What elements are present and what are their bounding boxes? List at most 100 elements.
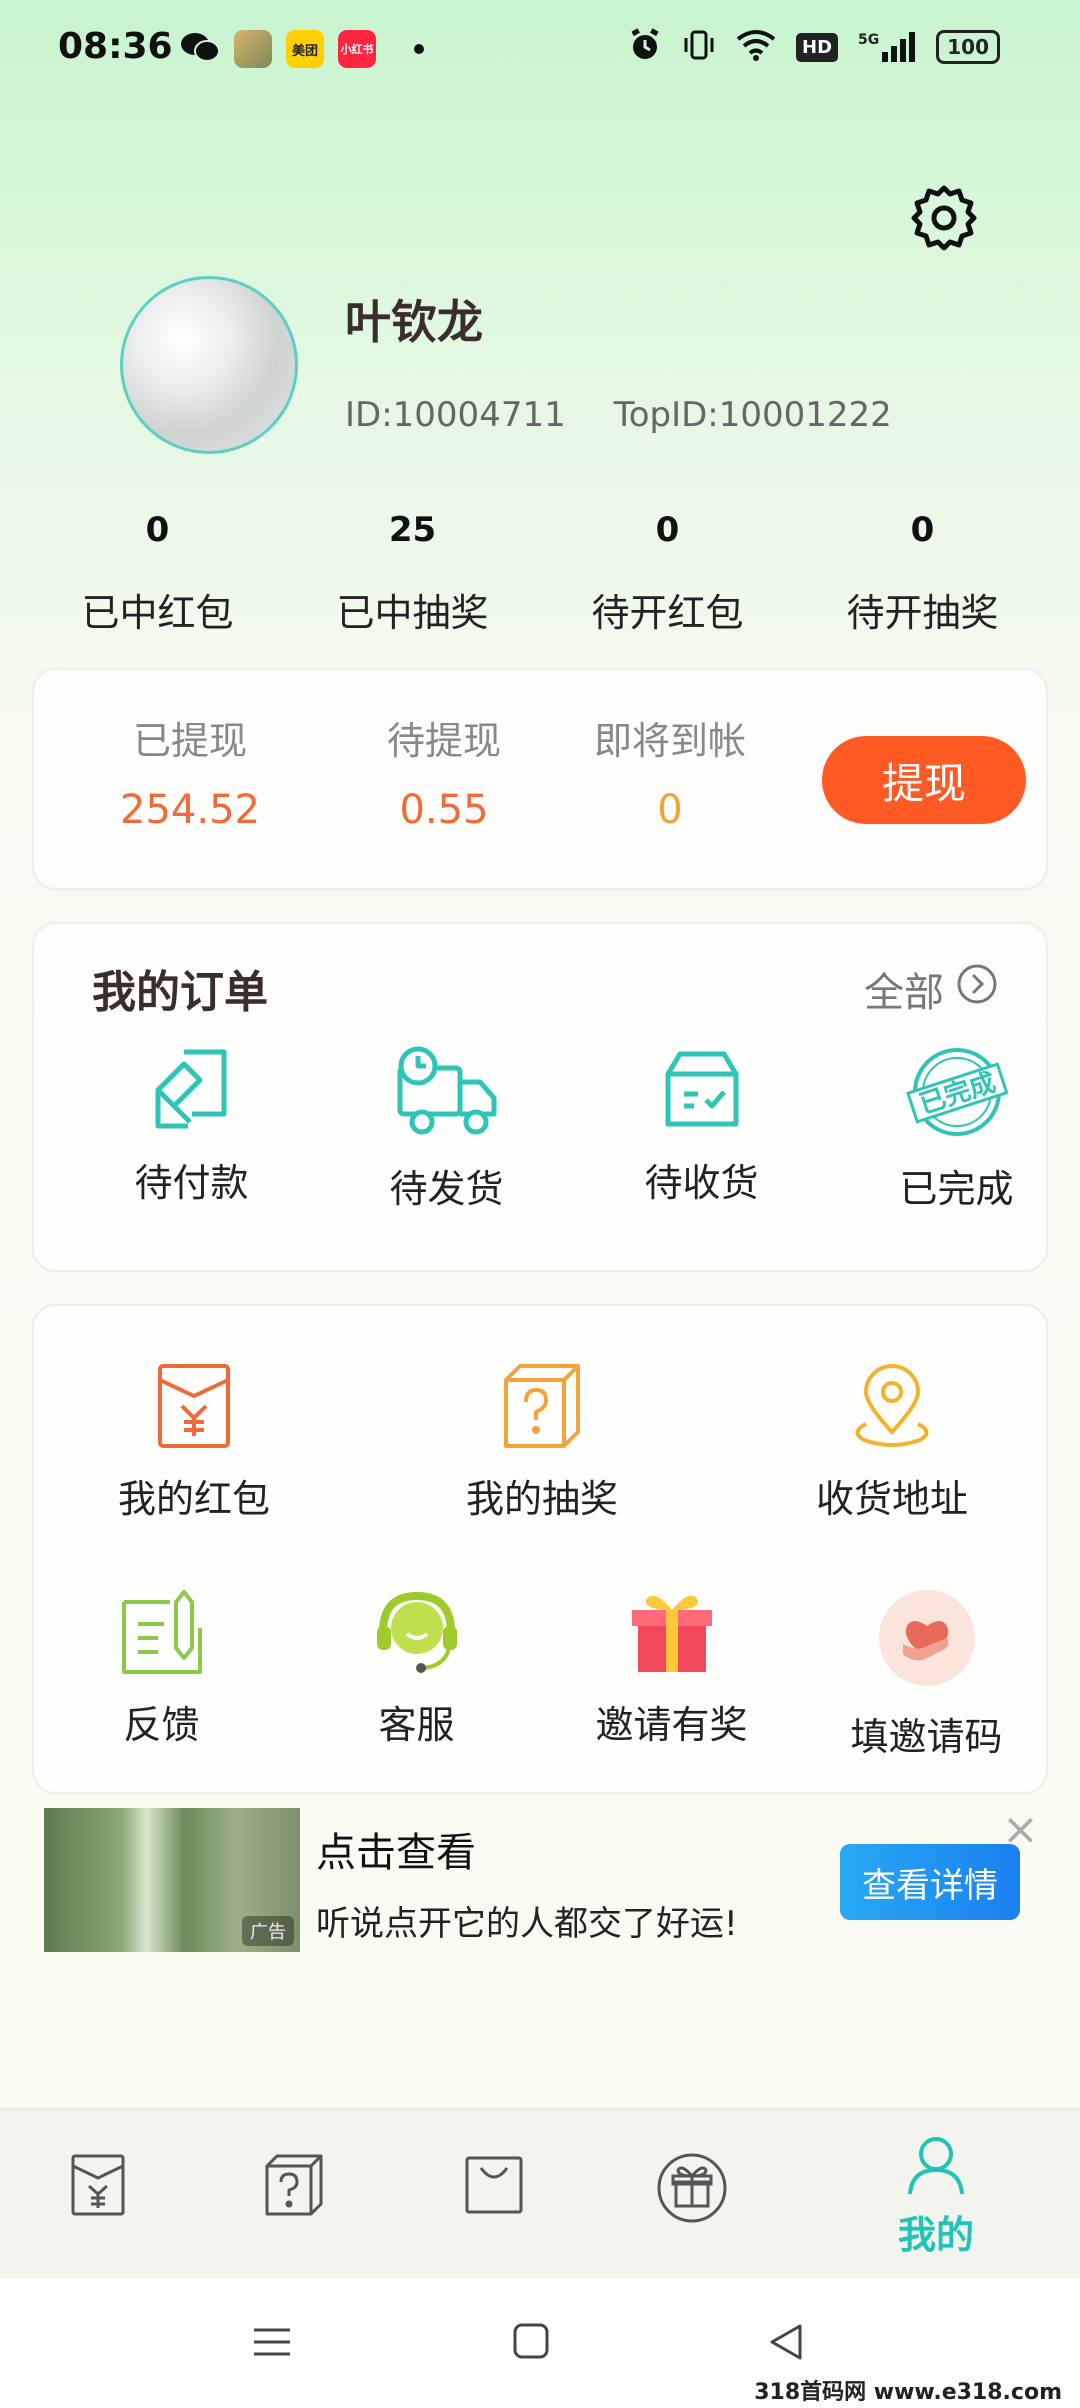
tool-label: 填邀请码 xyxy=(850,1715,1003,1759)
meituan-icon: 美团 xyxy=(286,30,324,68)
stat-won-red-packets[interactable]: 0 已中红包 xyxy=(30,510,285,637)
order-pending-payment[interactable]: 待付款 xyxy=(64,1044,319,1207)
ad-subtitle: 听说点开它的人都交了好运! xyxy=(316,1904,738,1944)
orders-all-link[interactable]: 全部 xyxy=(864,960,998,1018)
wifi-icon xyxy=(736,29,776,65)
order-label: 待收货 xyxy=(644,1161,759,1205)
tab-mine[interactable]: 我的 xyxy=(876,2132,996,2259)
alarm-icon xyxy=(628,28,662,66)
ad-details-button[interactable]: 查看详情 xyxy=(840,1844,1020,1920)
watermark-text: 318首码网 www.e318.com xyxy=(754,2380,1062,2405)
shopping-bag-icon xyxy=(461,2156,527,2222)
tab-red-packets[interactable] xyxy=(38,2152,158,2222)
menu-icon[interactable] xyxy=(252,2322,292,2366)
wechat-icon xyxy=(180,30,220,68)
withdrawn-block: 已提现 254.52 xyxy=(90,710,290,833)
withdrawn-label: 已提现 xyxy=(132,719,247,763)
stat-label: 已中红包 xyxy=(81,591,234,635)
withdraw-button[interactable]: 提现 xyxy=(822,736,1026,824)
battery-indicator: 100 xyxy=(936,30,1000,64)
wallet-card: 已提现 254.52 待提现 0.55 即将到帐 0 提现 xyxy=(32,668,1048,890)
settings-gear-icon[interactable] xyxy=(908,182,980,254)
signal-icon: 5G xyxy=(858,32,916,62)
order-label: 待发货 xyxy=(389,1167,504,1211)
tool-label: 我的抽奖 xyxy=(465,1477,618,1521)
completed-stamp-icon: 已完成 xyxy=(829,1044,1080,1140)
tool-customer-service[interactable]: 客服 xyxy=(289,1588,544,1749)
stat-value: 0 xyxy=(655,510,680,550)
vibrate-icon xyxy=(682,28,716,66)
ad-banner[interactable]: 广告 点击查看 听说点开它的人都交了好运! 查看详情 × xyxy=(44,1804,1044,1958)
ad-image[interactable]: 广告 xyxy=(44,1808,300,1952)
tool-label: 邀请有奖 xyxy=(595,1703,748,1747)
order-label: 待付款 xyxy=(134,1161,249,1205)
stat-value: 0 xyxy=(910,510,935,550)
stats-row: 0 已中红包 25 已中抽奖 0 待开红包 0 待开抽奖 xyxy=(30,510,1050,637)
user-id: ID:10004711 xyxy=(345,395,566,435)
gift-icon xyxy=(544,1588,799,1676)
stat-pending-red-packets[interactable]: 0 待开红包 xyxy=(540,510,795,637)
tab-shop[interactable] xyxy=(434,2152,554,2222)
customer-service-icon xyxy=(289,1588,544,1676)
user-ids: ID:10004711 TopID:10001222 xyxy=(345,395,892,435)
location-pin-icon xyxy=(772,1362,1012,1450)
chevron-right-circle-icon xyxy=(956,963,998,1015)
orders-card: 我的订单 全部 待付款 待发货 待收货 已完成 已完成 xyxy=(32,922,1048,1272)
tool-feedback[interactable]: 反馈 xyxy=(34,1588,289,1749)
tool-label: 反馈 xyxy=(123,1703,200,1747)
close-icon[interactable]: × xyxy=(1002,1804,1039,1855)
pending-value: 0.55 xyxy=(399,787,489,833)
stat-value: 25 xyxy=(388,510,437,550)
notification-dot-icon xyxy=(414,44,424,54)
ad-title: 点击查看 xyxy=(316,1830,476,1876)
truck-icon xyxy=(319,1044,574,1140)
tool-my-lottery[interactable]: 我的抽奖 xyxy=(422,1362,662,1523)
pending-label: 待提现 xyxy=(386,719,501,763)
tool-invite-reward[interactable]: 邀请有奖 xyxy=(544,1588,799,1749)
order-pending-shipment[interactable]: 待发货 xyxy=(319,1044,574,1213)
stat-label: 已中抽奖 xyxy=(336,591,489,635)
order-label: 已完成 xyxy=(899,1167,1014,1211)
red-envelope-tab-icon xyxy=(69,2154,127,2222)
payment-icon xyxy=(64,1044,319,1134)
tool-label: 客服 xyxy=(378,1703,455,1747)
status-bar: 08:36 美团 小红书 HD 5G 100 xyxy=(0,0,1080,100)
top-id: TopID:10001222 xyxy=(613,395,892,435)
back-icon[interactable] xyxy=(766,2322,806,2366)
hd-badge: HD xyxy=(796,32,839,62)
stat-won-lottery[interactable]: 25 已中抽奖 xyxy=(285,510,540,637)
orders-all-label: 全部 xyxy=(864,970,944,1016)
home-icon[interactable] xyxy=(512,2322,550,2364)
game-app-icon xyxy=(234,30,272,68)
orders-title: 我的订单 xyxy=(92,967,268,1018)
box-icon xyxy=(574,1044,829,1134)
stat-value: 0 xyxy=(145,510,170,550)
tool-shipping-address[interactable]: 收货地址 xyxy=(772,1362,1012,1523)
order-pending-receipt[interactable]: 待收货 xyxy=(574,1044,829,1207)
stat-pending-lottery[interactable]: 0 待开抽奖 xyxy=(795,510,1050,637)
status-right: HD 5G 100 xyxy=(628,28,1000,66)
mystery-box-tab-icon xyxy=(261,2154,327,2222)
red-envelope-icon xyxy=(74,1362,314,1450)
tool-enter-invite-code[interactable]: 填邀请码 xyxy=(799,1588,1054,1761)
status-time: 08:36 xyxy=(58,26,173,67)
arriving-label: 即将到帐 xyxy=(593,719,746,763)
tool-label: 收货地址 xyxy=(815,1477,968,1521)
ad-badge: 广告 xyxy=(242,1916,294,1946)
avatar[interactable] xyxy=(120,276,298,454)
heart-hand-icon xyxy=(799,1588,1054,1688)
withdrawn-value: 254.52 xyxy=(120,787,260,833)
gift-tab-icon xyxy=(656,2153,728,2228)
bottom-tab-bar: 我的 xyxy=(0,2108,1080,2280)
tool-my-red-packets[interactable]: 我的红包 xyxy=(74,1362,314,1523)
xiaohongshu-icon: 小红书 xyxy=(338,30,376,68)
stat-label: 待开抽奖 xyxy=(846,591,999,635)
order-completed[interactable]: 已完成 已完成 xyxy=(829,1044,1080,1213)
tab-lottery[interactable] xyxy=(234,2152,354,2222)
arriving-block: 即将到帐 0 xyxy=(570,710,770,833)
stat-label: 待开红包 xyxy=(591,591,744,635)
mystery-box-icon xyxy=(422,1362,662,1450)
tab-gifts[interactable] xyxy=(632,2152,752,2228)
user-tab-icon xyxy=(904,2137,968,2200)
tool-label: 我的红包 xyxy=(117,1477,270,1521)
